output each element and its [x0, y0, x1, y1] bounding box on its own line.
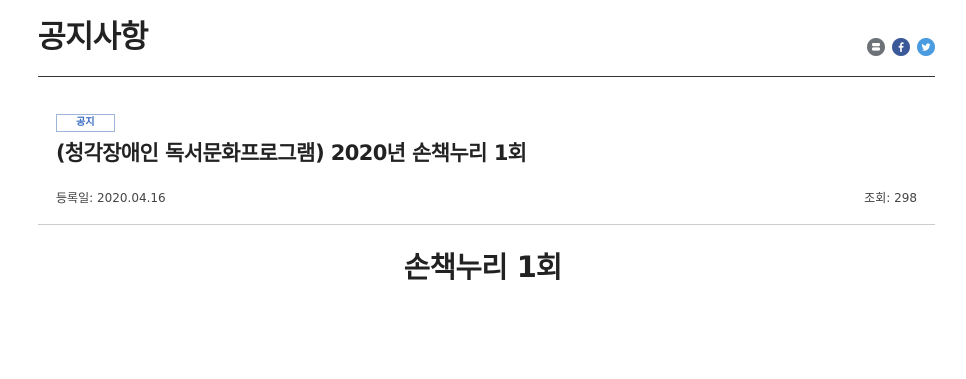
- facebook-icon: [895, 41, 907, 53]
- twitter-icon: [920, 41, 932, 53]
- content-heading: 손책누리 1회: [403, 250, 563, 284]
- twitter-share-button[interactable]: [917, 38, 935, 56]
- post-title: (청각장애인 독서문화프로그램) 2020년 손책누리 1회: [56, 141, 527, 165]
- facebook-share-button[interactable]: [892, 38, 910, 56]
- profile-share-button[interactable]: [867, 38, 885, 56]
- profile-share-icon: [870, 41, 882, 53]
- post-header: 공지 (청각장애인 독서문화프로그램) 2020년 손책누리 1회 등록일: 2…: [38, 77, 935, 225]
- post-view-count: 조회: 298: [864, 191, 917, 205]
- page-title: 공지사항: [38, 19, 149, 55]
- share-buttons: [867, 38, 935, 56]
- notice-badge: 공지: [56, 114, 115, 132]
- post-date: 등록일: 2020.04.16: [56, 191, 166, 205]
- page-header: 공지사항: [38, 0, 935, 77]
